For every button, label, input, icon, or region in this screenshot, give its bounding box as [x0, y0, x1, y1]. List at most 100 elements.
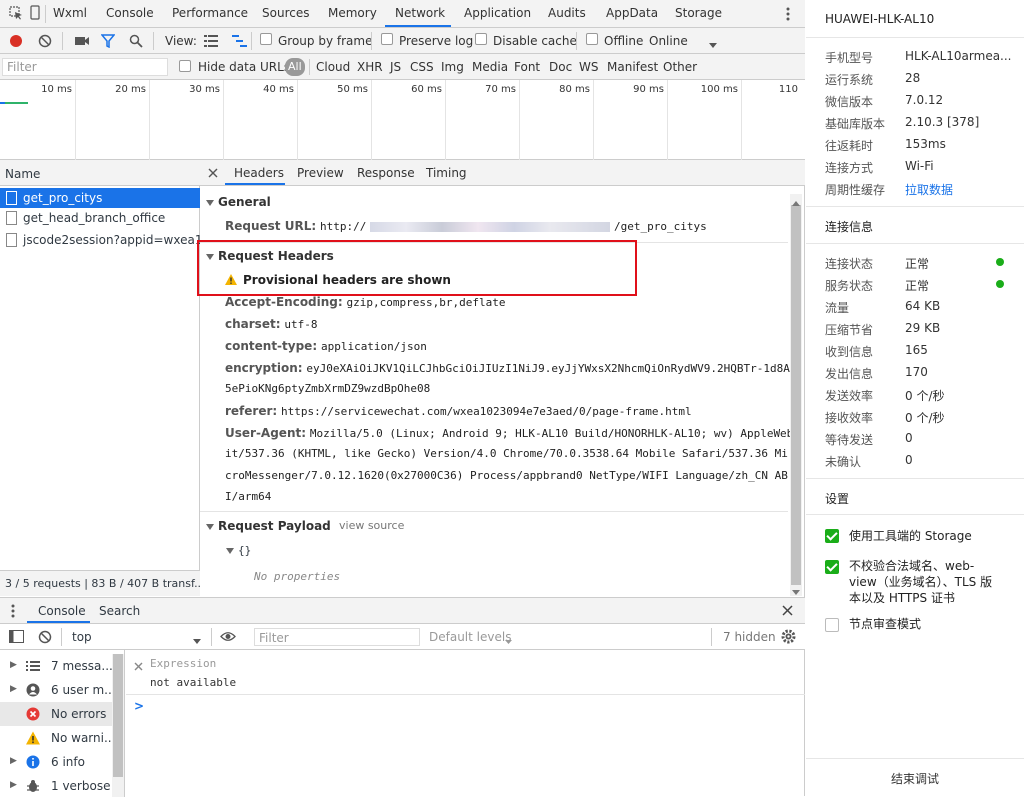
network-timeline-overview[interactable]: 10 ms 20 ms 30 ms 40 ms 50 ms 60 ms 70 m… [0, 80, 805, 160]
inspect-icon[interactable] [9, 6, 23, 20]
tab-headers[interactable]: Headers [234, 166, 284, 180]
filter-type-js[interactable]: JS [390, 60, 401, 74]
record-icon[interactable] [9, 34, 23, 48]
live-expression-input[interactable]: Expression [150, 657, 216, 670]
timeline-request-bar [0, 102, 5, 104]
hide-data-urls-checkbox[interactable] [179, 60, 191, 72]
console-settings-gear-icon[interactable] [781, 629, 796, 644]
payload-object-toggle[interactable]: {} [226, 544, 251, 557]
scroll-up-arrow-icon[interactable] [792, 196, 800, 206]
context-dropdown-icon[interactable] [193, 634, 201, 644]
request-list-header[interactable]: Name [0, 160, 200, 186]
scroll-down-arrow-icon[interactable] [792, 585, 800, 595]
filter-type-xhr[interactable]: XHR [357, 60, 383, 74]
header-content-type: content-type: application/json [225, 339, 427, 353]
tab-application[interactable]: Application [464, 6, 531, 20]
tab-console[interactable]: Console [106, 6, 154, 20]
offline-checkbox[interactable] [586, 33, 598, 45]
network-filter-input[interactable]: Filter [2, 58, 168, 76]
tab-response[interactable]: Response [357, 166, 415, 180]
tab-storage[interactable]: Storage [675, 6, 722, 20]
console-filter-input[interactable]: Filter [254, 628, 420, 646]
sidebar-item-warnings[interactable]: No warni... [0, 726, 112, 750]
clear-icon[interactable] [38, 34, 52, 48]
screenshot-camera-icon[interactable] [74, 35, 90, 47]
filter-type-doc[interactable]: Doc [549, 60, 572, 74]
tab-preview[interactable]: Preview [297, 166, 344, 180]
drawer-tab-bar: Console Search [0, 598, 805, 624]
search-icon[interactable] [129, 34, 143, 48]
user-icon [26, 683, 40, 697]
filter-type-manifest[interactable]: Manifest [607, 60, 658, 74]
group-by-frame-checkbox[interactable] [260, 33, 272, 45]
fetch-data-link[interactable]: 拉取数据 [905, 181, 953, 198]
tab-performance[interactable]: Performance [172, 6, 248, 20]
log-levels-select[interactable]: Default levels [429, 630, 511, 644]
info-key: 手机型号 [825, 51, 874, 65]
filter-funnel-icon[interactable] [100, 34, 116, 49]
throttling-select[interactable]: Online [649, 34, 688, 48]
filter-type-img[interactable]: Img [441, 60, 464, 74]
device-toggle-icon[interactable] [30, 5, 40, 21]
tab-wxml[interactable]: Wxml [53, 6, 87, 20]
close-detail-icon[interactable] [208, 167, 218, 178]
sidebar-toggle-icon[interactable] [9, 630, 24, 643]
detail-scrollbar-thumb[interactable] [791, 205, 801, 585]
tab-sources[interactable]: Sources [262, 6, 309, 20]
more-menu-icon[interactable] [786, 6, 790, 22]
tab-audits[interactable]: Audits [548, 6, 586, 20]
context-select[interactable]: top [72, 630, 92, 644]
sidebar-item-messages[interactable]: ▶ 7 messa... [0, 654, 112, 678]
filter-type-font[interactable]: Font [514, 60, 540, 74]
node-inspect-mode-checkbox[interactable] [825, 618, 839, 632]
end-debug-button[interactable]: 结束调试 [806, 770, 1024, 787]
drawer-menu-icon[interactable] [11, 604, 15, 618]
sidebar-item-errors[interactable]: No errors [0, 702, 112, 726]
timeline-request-bar [4, 102, 28, 104]
general-section-header[interactable]: General [206, 195, 271, 209]
sidebar-item-verbose[interactable]: ▶ 1 verbose [0, 774, 112, 798]
disable-cache-checkbox[interactable] [475, 33, 487, 45]
tab-memory[interactable]: Memory [328, 6, 377, 20]
drawer-tab-search[interactable]: Search [99, 604, 140, 618]
tab-network[interactable]: Network [395, 6, 445, 20]
connection-status-dot [996, 258, 1004, 266]
throttling-dropdown-icon[interactable] [709, 38, 717, 48]
sidebar-scrollbar-thumb[interactable] [113, 654, 123, 777]
filter-type-cloud[interactable]: Cloud [316, 60, 350, 74]
timeline-tick-label: 60 ms [411, 84, 442, 95]
log-levels-dropdown-icon[interactable] [505, 634, 512, 644]
clear-console-icon[interactable] [38, 630, 52, 644]
sidebar-item-label: No errors [51, 707, 107, 721]
filter-type-media[interactable]: Media [472, 60, 508, 74]
waterfall-overview-icon[interactable] [232, 35, 248, 47]
preserve-log-checkbox[interactable] [381, 33, 393, 45]
close-drawer-icon[interactable] [782, 605, 793, 616]
request-payload-section-header[interactable]: Request Payload [206, 519, 331, 533]
live-expression-eye-icon[interactable] [220, 631, 236, 642]
tab-timing[interactable]: Timing [426, 166, 467, 180]
sidebar-item-user-messages[interactable]: ▶ 6 user m... [0, 678, 112, 702]
view-source-link[interactable]: view source [339, 519, 404, 532]
sidebar-item-label: 1 verbose [51, 779, 111, 793]
filter-type-ws[interactable]: WS [579, 60, 598, 74]
filter-type-other[interactable]: Other [663, 60, 697, 74]
header-referer: referer: https://servicewechat.com/wxea1… [225, 404, 692, 418]
console-prompt[interactable]: > [134, 699, 144, 713]
tab-appdata[interactable]: AppData [606, 6, 658, 20]
filter-type-css[interactable]: CSS [410, 60, 434, 74]
bug-icon [26, 779, 40, 793]
filter-type-all[interactable]: All [285, 58, 305, 76]
request-row[interactable]: jscode2session?appid=wxea10... [0, 230, 200, 250]
remove-expression-icon[interactable] [134, 660, 143, 671]
use-tool-storage-checkbox[interactable] [825, 529, 839, 543]
sidebar-item-info[interactable]: ▶ 6 info [0, 750, 112, 774]
collapse-triangle-icon [206, 199, 214, 206]
timeline-tick-label: 30 ms [189, 84, 220, 95]
large-rows-icon[interactable] [204, 35, 218, 47]
request-row[interactable]: get_head_branch_office [0, 208, 200, 228]
drawer-tab-console[interactable]: Console [38, 604, 86, 618]
request-row-selected[interactable]: get_pro_citys [0, 188, 200, 208]
skip-domain-check-checkbox[interactable] [825, 560, 839, 574]
info-value: 7.0.12 [905, 93, 944, 107]
